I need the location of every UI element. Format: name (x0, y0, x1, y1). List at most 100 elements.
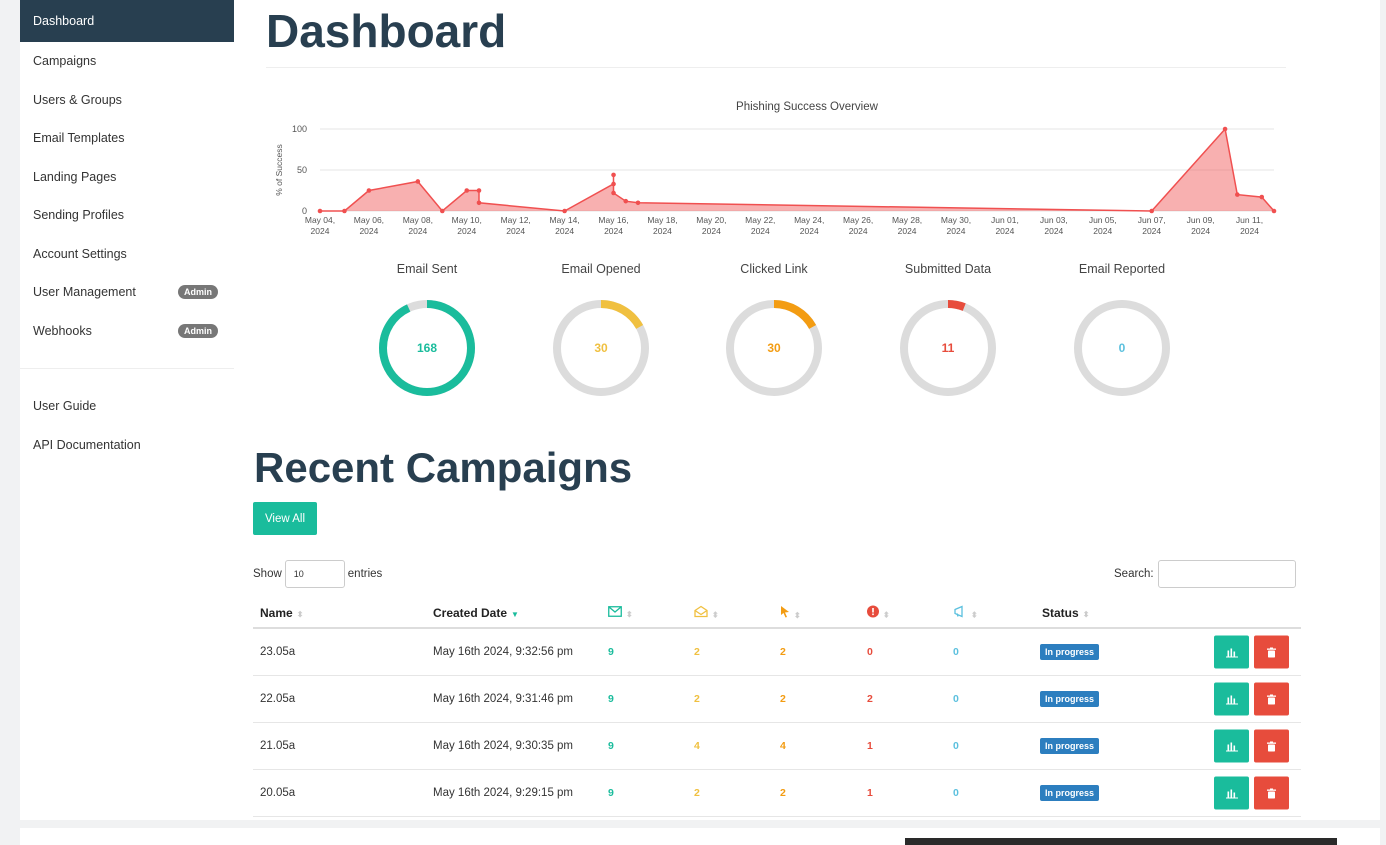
created-date: May 16th 2024, 9:32:56 pm (433, 646, 574, 658)
data-point[interactable] (1149, 208, 1154, 214)
admin-badge: Admin (178, 323, 218, 338)
data-point[interactable] (476, 188, 482, 193)
data-point[interactable] (611, 172, 616, 178)
x-tick-label: May 08, 2024 (403, 215, 433, 236)
view-results-button[interactable] (1214, 776, 1249, 810)
view-results-button[interactable] (1214, 635, 1249, 669)
submitted-count: 1 (867, 740, 873, 752)
data-point[interactable] (611, 181, 616, 187)
column-header-status[interactable]: Status ⬍ (1042, 606, 1089, 620)
sidebar-item-sending-profiles[interactable]: Sending Profiles (20, 196, 234, 235)
data-point[interactable] (476, 200, 482, 206)
sidebar-item-label: Webhooks (33, 323, 92, 338)
campaign-name[interactable]: 21.05a (260, 740, 295, 752)
column-header-reported[interactable]: ⬍ (953, 605, 978, 620)
sidebar-item-users-groups[interactable]: Users & Groups (20, 81, 234, 120)
footer-dark-bar (905, 838, 1337, 845)
x-tick-label: May 28, 2024 (892, 215, 922, 236)
reported-count: 0 (953, 646, 959, 658)
sidebar-item-label: Sending Profiles (33, 208, 125, 223)
clicked-count: 2 (780, 693, 786, 705)
sidebar-item-label: User Guide (33, 399, 97, 414)
x-tick-label: May 24, 2024 (794, 215, 824, 236)
view-all-button[interactable]: View All (253, 502, 317, 535)
data-point[interactable] (366, 188, 372, 193)
bar-chart-icon (1225, 648, 1238, 657)
bar-chart-icon (1225, 695, 1238, 704)
column-header-sent[interactable]: ⬍ (608, 605, 633, 620)
delete-campaign-button[interactable] (1254, 635, 1289, 669)
column-header-opened[interactable]: ⬍ (694, 605, 719, 620)
sort-icon: ⬍ (626, 609, 633, 619)
sidebar-item-label: Email Templates (33, 131, 125, 146)
column-header-name[interactable]: Name ⬍ (260, 606, 303, 620)
data-point[interactable] (317, 208, 323, 214)
stat-submitted-data: Submitted Data 11 (873, 262, 1023, 400)
sort-icon: ⬍ (296, 609, 304, 619)
y-tick-label: 50 (297, 165, 307, 175)
data-point[interactable] (635, 200, 641, 206)
data-point[interactable] (1235, 192, 1240, 197)
created-date: May 16th 2024, 9:29:15 pm (433, 787, 574, 799)
delete-campaign-button[interactable] (1254, 776, 1289, 810)
view-results-button[interactable] (1214, 729, 1249, 763)
x-tick-label: May 12, 2024 (501, 215, 531, 236)
sidebar-item-label: Dashboard (33, 14, 95, 28)
data-point[interactable] (611, 190, 616, 196)
envelope-icon (608, 605, 622, 617)
x-tick-label: Jun 07, 2024 (1138, 215, 1166, 236)
sidebar-item-api-documentation[interactable]: API Documentation (20, 426, 234, 465)
data-point[interactable] (562, 208, 567, 214)
sent-count: 9 (608, 787, 614, 799)
column-header-clicked[interactable]: ⬍ (780, 605, 801, 621)
data-point[interactable] (415, 179, 421, 184)
column-header-label: Status (1042, 605, 1079, 620)
search-label: Search: (1114, 568, 1154, 580)
data-point[interactable] (1271, 208, 1277, 214)
view-results-button[interactable] (1214, 682, 1249, 716)
data-point[interactable] (1259, 194, 1265, 200)
sidebar-divider (20, 368, 234, 369)
clicked-count: 4 (780, 740, 786, 752)
data-point[interactable] (440, 208, 445, 214)
x-tick-label: May 16, 2024 (598, 215, 628, 236)
sidebar-item-label: API Documentation (33, 437, 141, 452)
data-point[interactable] (1222, 126, 1228, 132)
data-point[interactable] (464, 188, 470, 193)
column-header-submitted[interactable]: ⬍ (867, 605, 890, 620)
search-input[interactable] (1157, 560, 1296, 588)
sidebar-item-campaigns[interactable]: Campaigns (20, 42, 234, 81)
sort-desc-icon: ▼ (511, 609, 519, 619)
status-badge: In progress (1040, 785, 1100, 801)
envelope-open-icon (694, 605, 708, 617)
x-tick-label: May 22, 2024 (745, 215, 775, 236)
sidebar-item-account-settings[interactable]: Account Settings (20, 235, 234, 274)
delete-campaign-button[interactable] (1254, 729, 1289, 763)
entries-select[interactable]: 10 (284, 560, 345, 588)
sidebar-item-user-management[interactable]: User Management Admin (20, 273, 234, 312)
stat-clicked-link: Clicked Link 30 (699, 262, 849, 400)
sidebar-item-landing-pages[interactable]: Landing Pages (20, 158, 234, 197)
column-header-label: Name (260, 605, 293, 620)
admin-badge: Admin (178, 285, 218, 300)
mouse-pointer-icon (781, 605, 789, 617)
x-tick-label: May 10, 2024 (452, 215, 482, 236)
sidebar-item-webhooks[interactable]: Webhooks Admin (20, 312, 234, 351)
stat-donut: 0 (1074, 300, 1170, 396)
x-tick-label: Jun 03, 2024 (1040, 215, 1068, 236)
data-point[interactable] (623, 198, 629, 204)
bar-chart-icon (1225, 789, 1238, 798)
campaign-name[interactable]: 23.05a (260, 646, 295, 658)
column-header-created-date[interactable]: Created Date ▼ (433, 606, 519, 620)
sidebar-item-email-templates[interactable]: Email Templates (20, 119, 234, 158)
campaign-name[interactable]: 20.05a (260, 787, 295, 799)
sidebar-item-label: Landing Pages (33, 169, 117, 184)
campaign-name[interactable]: 22.05a (260, 693, 295, 705)
clicked-count: 2 (780, 646, 786, 658)
sidebar-item-dashboard[interactable]: Dashboard (20, 0, 234, 42)
sidebar-item-user-guide[interactable]: User Guide (20, 387, 234, 426)
delete-campaign-button[interactable] (1254, 682, 1289, 716)
data-point[interactable] (342, 208, 347, 214)
reported-count: 0 (953, 787, 959, 799)
submitted-count: 0 (867, 646, 873, 658)
